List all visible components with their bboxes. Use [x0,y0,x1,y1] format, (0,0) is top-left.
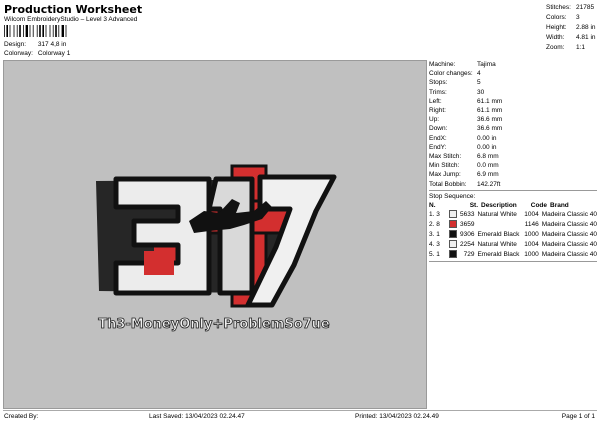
page-title: Production Worksheet [4,3,143,16]
divider [429,189,597,191]
color-swatch [449,250,458,259]
machine-info-row: Down: 36.6 mm [429,125,503,133]
machine-info-row: Machine: Tajima [429,61,496,68]
machine-info-row: Color changes: 4 [429,70,481,78]
stat-row: Colors: 3 [546,14,580,21]
stop-sequence-row: 2. 8 3659 1146 Madeira Classic 40 [429,220,597,229]
stat-row: Stitches: 21785 [546,4,595,11]
stop-sequence-row: 5. 1 729 Emerald Black 1000 Madeira Classic … [429,250,597,259]
color-swatch [449,230,458,239]
design-preview: Th3-MoneyOnly+ProblemSo7ue [3,60,427,409]
design-value: 317 4,8 in [37,41,67,48]
stats-panel: Stitches: 21785 Colors: 3 Height: 2.88 in W… [546,3,596,53]
printed-date: Printed: 13/04/2023 02.24.49 [355,413,439,420]
footer: Created By: Last Saved: 13/04/2023 02.24… [3,410,597,423]
divider [429,261,597,263]
color-swatch [449,210,458,219]
machine-info-row: Max Jump: 6.9 mm [429,171,499,179]
header-n: N. [429,202,436,210]
machine-info-row: Stops: 5 [429,79,481,87]
machine-info-row: EndX: 0.00 in [429,134,497,142]
stop-sequence-header: N. St. Description Code Brand [429,201,597,210]
color-swatch [449,240,458,249]
header-brand: Brand [550,202,569,210]
colorway-label: Colorway: [4,50,33,57]
machine-info-row: Trims: 30 [429,88,485,96]
page-number: Page 1 of 1 [561,413,595,420]
stat-row: Width: 4.81 in [546,34,596,41]
stat-row: Height: 2.88 in [546,24,596,31]
embroidery-design: Th3-MoneyOnly+ProblemSo7ue [96,164,337,332]
stop-sequence-row: 3. 1 9306 Emerald Black 1000 Madeira Classic… [429,230,597,239]
stop-sequence-title: Stop Sequence: [429,192,476,200]
machine-info-row: Max Stitch: 6.8 mm [429,153,499,161]
machine-info-panel: Machine: Tajima Color changes: 4 Stops: 5 Trim… [429,60,597,409]
colorway-row: Colorway: Colorway 1 [4,50,70,57]
design-slogan: Th3-MoneyOnly+ProblemSo7ue [98,317,330,332]
machine-info-row: Min Stitch: 0.0 mm [429,162,499,170]
machine-info-row: Total Bobbin: 142.27ft [429,180,501,188]
header-st: St. [469,202,478,210]
stop-sequence-row: 4. 3 2254 Natural White 1004 Madeira Classic… [429,240,597,249]
color-swatch [449,220,458,229]
stat-row: Zoom: 1:1 [546,44,586,51]
barcode [4,25,67,37]
stop-sequence-row: 1. 3 5633 Natural White 1004 Madeira Classic… [429,210,597,219]
machine-info-row: Left: 61.1 mm [429,97,503,105]
software-subtitle: Wilcom EmbroideryStudio – Level 3 Advanc… [4,16,138,23]
machine-info-row: EndY: 0.00 in [429,143,497,151]
header-desc: Description [481,202,517,210]
design-label: Design: [4,41,27,48]
header-code: Code [530,202,547,210]
machine-info-row: Right: 61.1 mm [429,107,503,115]
design-row: Design: 317 4,8 in [4,41,66,48]
created-by: Created By: [4,413,39,420]
colorway-value: Colorway 1 [37,50,71,57]
last-saved: Last Saved: 13/04/2023 02.24.47 [149,413,245,420]
machine-info-row: Up: 36.6 mm [429,116,503,124]
